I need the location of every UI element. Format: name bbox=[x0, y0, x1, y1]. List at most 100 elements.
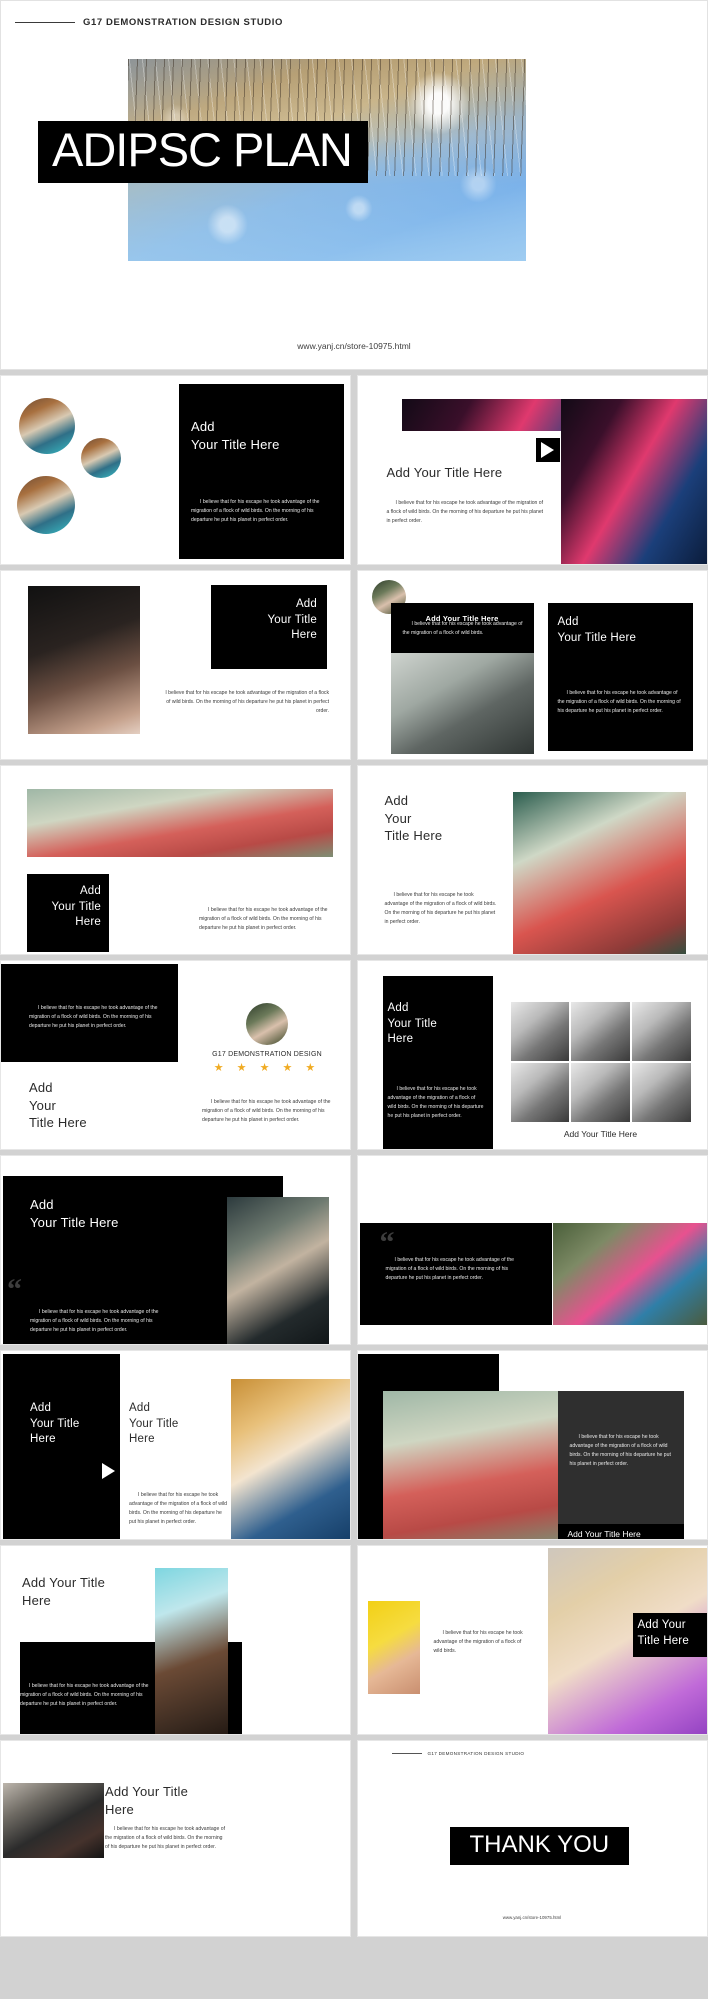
grid-photo-6 bbox=[631, 1063, 691, 1122]
title-line-1: Add bbox=[29, 1080, 53, 1095]
endcard-header: G17 DEMONSTRATION DESIGN STUDIO bbox=[391, 1751, 525, 1756]
title-line-2: Your Title Here bbox=[191, 436, 280, 452]
title-line-2: Your Title Here bbox=[557, 631, 637, 644]
grid-photo-2 bbox=[571, 1002, 630, 1061]
curly-hair-photo-overlay bbox=[155, 1568, 228, 1734]
slide-thumb-quote-dark-rider[interactable]: Add Your Title Here “ I believe that for… bbox=[0, 1155, 351, 1345]
slide-thumb-title-left-photo-right[interactable]: Add Your Title Here I believe that for h… bbox=[356, 765, 708, 955]
slide-body-text: I believe that for his escape he took ad… bbox=[20, 1683, 149, 1708]
slide-thumb-video-banner[interactable]: Add Your Title Here I believe that for h… bbox=[356, 375, 708, 565]
play-icon bbox=[541, 442, 554, 458]
title-line-2: Here bbox=[105, 1801, 134, 1817]
photo-grid bbox=[510, 1002, 691, 1122]
slide-body-text: I believe that for his escape he took ad… bbox=[165, 690, 329, 715]
portrait-photo bbox=[28, 586, 140, 734]
title-line-2: Your Title bbox=[267, 613, 317, 626]
slide-title: Add Your Title Here bbox=[191, 418, 331, 453]
person-name: G17 DEMONSTRATION DESIGN bbox=[212, 1051, 322, 1058]
title-line-3: Here bbox=[291, 629, 317, 642]
slide-body-text: I believe that for his escape he took ad… bbox=[557, 690, 681, 715]
title-line-2: Here bbox=[22, 1592, 51, 1608]
title-line-2: Your Title bbox=[51, 900, 101, 913]
slide-body-text: I believe that for his escape he took ad… bbox=[387, 1086, 484, 1120]
slide-thumb-two-title-play-bride[interactable]: Add Your Title Here Add Your Title Here … bbox=[0, 1350, 351, 1540]
slide-thumb-thank-you[interactable]: G17 DEMONSTRATION DESIGN STUDIO THANK YO… bbox=[356, 1740, 708, 1937]
scarf-photo bbox=[552, 1223, 707, 1325]
title-line-3: Title Here bbox=[29, 1115, 87, 1131]
title-line-3: Here bbox=[75, 916, 101, 929]
title-line-1: Add Your Title bbox=[22, 1575, 106, 1590]
title-a-line-1: Add bbox=[30, 1402, 52, 1414]
slide-body-text: I believe that for his escape he took ad… bbox=[385, 1257, 515, 1282]
title-line-3: Here bbox=[387, 1033, 414, 1046]
umbrella-photo bbox=[382, 1391, 558, 1539]
title-line-1: Add bbox=[191, 419, 215, 434]
slide-caption: Add Your Title Here bbox=[563, 1129, 638, 1139]
bride-photo bbox=[231, 1379, 350, 1539]
play-button[interactable] bbox=[102, 1463, 115, 1479]
slide-title: Add Your Title Here bbox=[105, 1783, 245, 1818]
slide-title: Add Your Title Here bbox=[29, 1079, 149, 1132]
slide-thumb-avatar-card-street[interactable]: Add Your Title Here I believe that for h… bbox=[356, 570, 708, 760]
slide-thumb-two-portraits-caption[interactable]: I believe that for his escape he took ad… bbox=[356, 1545, 708, 1735]
slide-thumb-quote-band-scarf[interactable]: “ I believe that for his escape he took … bbox=[356, 1155, 708, 1345]
title-line-1: Add bbox=[295, 598, 317, 610]
grid-photo-5 bbox=[571, 1063, 630, 1122]
car-photo bbox=[3, 1783, 104, 1858]
endcard-url[interactable]: www.yanj.cn/store-10975.html bbox=[358, 1915, 707, 1920]
play-button[interactable] bbox=[535, 438, 560, 462]
title-line-1: Add Your bbox=[637, 1619, 686, 1631]
slide-thumb-curly-hair-banner[interactable]: Add Your Title Here I believe that for h… bbox=[0, 1545, 351, 1735]
slide-thumb-dark-portrait-right-title[interactable]: Add Your Title Here I believe that for h… bbox=[0, 570, 351, 760]
brand-label: G17 DEMONSTRATION DESIGN STUDIO bbox=[427, 1751, 525, 1756]
grid-photo-1 bbox=[510, 1002, 570, 1061]
slide-title: Add Your Title Here bbox=[386, 465, 503, 480]
slide-thumb-umbrella-dark-panel[interactable]: I believe that for his escape he took ad… bbox=[356, 1350, 708, 1540]
title-line-1: Add bbox=[79, 885, 101, 897]
grid-photo-4 bbox=[510, 1063, 570, 1122]
slide-thumb-circles-photos[interactable]: Add Your Title Here I believe that for h… bbox=[0, 375, 351, 565]
cover-title: ADIPSC PLAN bbox=[52, 123, 353, 176]
slide-title: Add Your Title Here bbox=[22, 1574, 172, 1609]
title-b-line-3: Here bbox=[129, 1433, 155, 1446]
slide-title: Add Your Title Here bbox=[558, 615, 688, 646]
template-preview-page: G17 DEMONSTRATION DESIGN STUDIO ADIPSC P… bbox=[0, 0, 708, 1937]
title-b-line-1: Add bbox=[129, 1402, 151, 1414]
slide-title: Add Your Title Here bbox=[30, 1196, 210, 1231]
main-photo-diver bbox=[560, 399, 707, 564]
slide-body-text: I believe that for his escape he took ad… bbox=[129, 1492, 227, 1526]
person-avatar bbox=[246, 1003, 288, 1045]
circle-photo-1 bbox=[19, 398, 75, 454]
slide-thumb-car-portrait-text[interactable]: Add Your Title Here I believe that for h… bbox=[0, 1740, 351, 1937]
title-line-1: Add bbox=[557, 616, 579, 628]
title-line-1: Add bbox=[30, 1197, 54, 1212]
cover-slide[interactable]: G17 DEMONSTRATION DESIGN STUDIO ADIPSC P… bbox=[0, 0, 708, 370]
slide-thumb-testimonial-rating[interactable]: I believe that for his escape he took ad… bbox=[0, 960, 351, 1150]
slide-thumb-wide-banner-umbrella[interactable]: Add Your Title Here I believe that for h… bbox=[0, 765, 351, 955]
thank-you-heading: THANK YOU bbox=[469, 1831, 610, 1858]
slide-body-text: I believe that for his escape he took ad… bbox=[202, 1099, 331, 1124]
slide-title: Add Your Title Here bbox=[27, 884, 101, 931]
title-line-1: Add bbox=[384, 793, 409, 808]
slide-title: Add Your Title Here bbox=[388, 1001, 488, 1048]
circle-photo-2 bbox=[81, 438, 121, 478]
slide-thumb-photo-grid-six[interactable]: Add Your Title Here I believe that for h… bbox=[356, 960, 708, 1150]
header-rule bbox=[391, 1753, 422, 1754]
slide-body-text: I believe that for his escape he took ad… bbox=[386, 500, 544, 525]
quote-body-text: I believe that for his escape he took ad… bbox=[29, 1005, 158, 1030]
yellow-portrait-photo bbox=[367, 1601, 420, 1694]
title-line-2: Your Title bbox=[387, 1017, 438, 1030]
slide-caption: Add Your Title Here bbox=[567, 1529, 641, 1539]
slide-body-text: I believe that for his escape he took ad… bbox=[384, 892, 497, 926]
slide-body-text: I believe that for his escape he took ad… bbox=[433, 1630, 523, 1655]
title-a-line-2: Your Title bbox=[30, 1417, 80, 1430]
cover-title-box: ADIPSC PLAN bbox=[38, 121, 368, 183]
cover-url[interactable]: www.yanj.cn/store-10975.html bbox=[1, 341, 707, 351]
title-b-line-2: Your Title bbox=[129, 1417, 179, 1430]
title-line-3: Title Here bbox=[384, 828, 443, 844]
title-line-2: Your bbox=[384, 810, 412, 826]
title-line-2: Your Title Here bbox=[30, 1214, 119, 1230]
title-line-2: Title Here bbox=[637, 1634, 689, 1647]
play-icon bbox=[102, 1463, 115, 1479]
dark-panel bbox=[179, 384, 344, 559]
